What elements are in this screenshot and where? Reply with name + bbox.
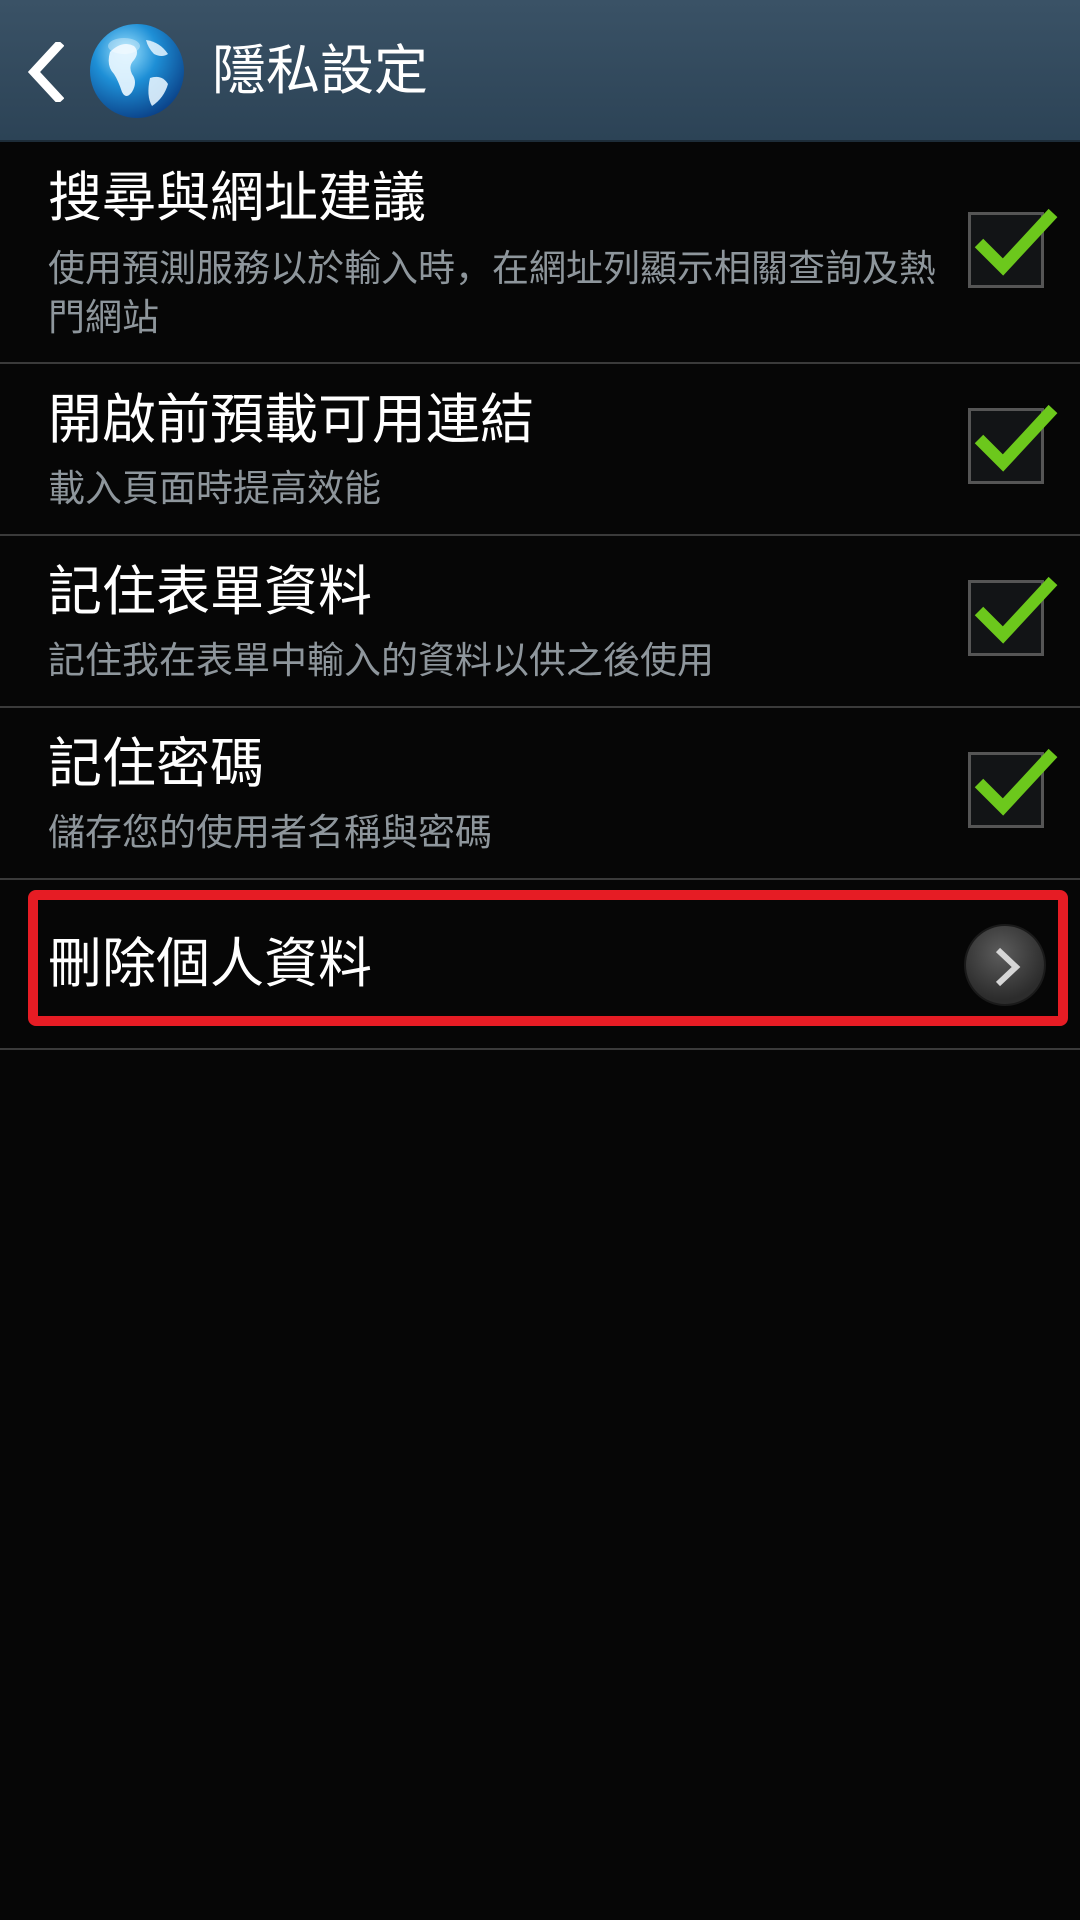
setting-preload-links[interactable]: 開啟前預載可用連結 載入頁面時提高效能	[0, 364, 1080, 536]
checkbox[interactable]	[968, 748, 1058, 828]
checkbox[interactable]	[968, 208, 1058, 288]
setting-subtitle: 儲存您的使用者名稱與密碼	[48, 811, 492, 854]
setting-remember-form-data[interactable]: 記住表單資料 記住我在表單中輸入的資料以供之後使用	[0, 536, 1080, 708]
setting-title: 記住密碼	[48, 732, 264, 795]
delete-personal-data-label: 刪除個人資料	[48, 932, 372, 995]
action-bar: 隱私設定	[0, 0, 1080, 142]
setting-subtitle: 使用預測服務以於輸入時，在網址列顯示相關查詢及熱門網站	[48, 247, 936, 339]
check-icon	[974, 208, 1058, 276]
setting-title: 搜尋與網址建議	[48, 166, 426, 229]
setting-subtitle: 記住我在表單中輸入的資料以供之後使用	[48, 639, 714, 682]
setting-search-suggestions[interactable]: 搜尋與網址建議 使用預測服務以於輸入時，在網址列顯示相關查詢及熱門網站	[0, 144, 1080, 364]
chevron-right-icon[interactable]	[964, 924, 1046, 1006]
check-icon	[974, 404, 1058, 472]
globe-icon[interactable]	[88, 22, 186, 120]
check-icon	[974, 576, 1058, 644]
setting-title: 開啟前預載可用連結	[48, 388, 534, 451]
page-title: 隱私設定	[212, 39, 428, 102]
check-icon	[974, 748, 1058, 816]
checkbox[interactable]	[968, 576, 1058, 656]
delete-personal-data-item[interactable]: 刪除個人資料	[0, 880, 1080, 1050]
privacy-settings-screen: 隱私設定 搜尋與網址建議 使用預測服務以於輸入時，在網址列顯示相關查詢及熱門網站…	[0, 0, 1080, 1920]
back-button[interactable]	[0, 0, 80, 142]
back-arrow-icon	[28, 42, 64, 102]
checkbox[interactable]	[968, 404, 1058, 484]
setting-subtitle: 載入頁面時提高效能	[48, 467, 381, 510]
setting-remember-passwords[interactable]: 記住密碼 儲存您的使用者名稱與密碼	[0, 708, 1080, 880]
settings-list: 搜尋與網址建議 使用預測服務以於輸入時，在網址列顯示相關查詢及熱門網站 開啟前預…	[0, 144, 1080, 1050]
setting-title: 記住表單資料	[48, 560, 372, 623]
